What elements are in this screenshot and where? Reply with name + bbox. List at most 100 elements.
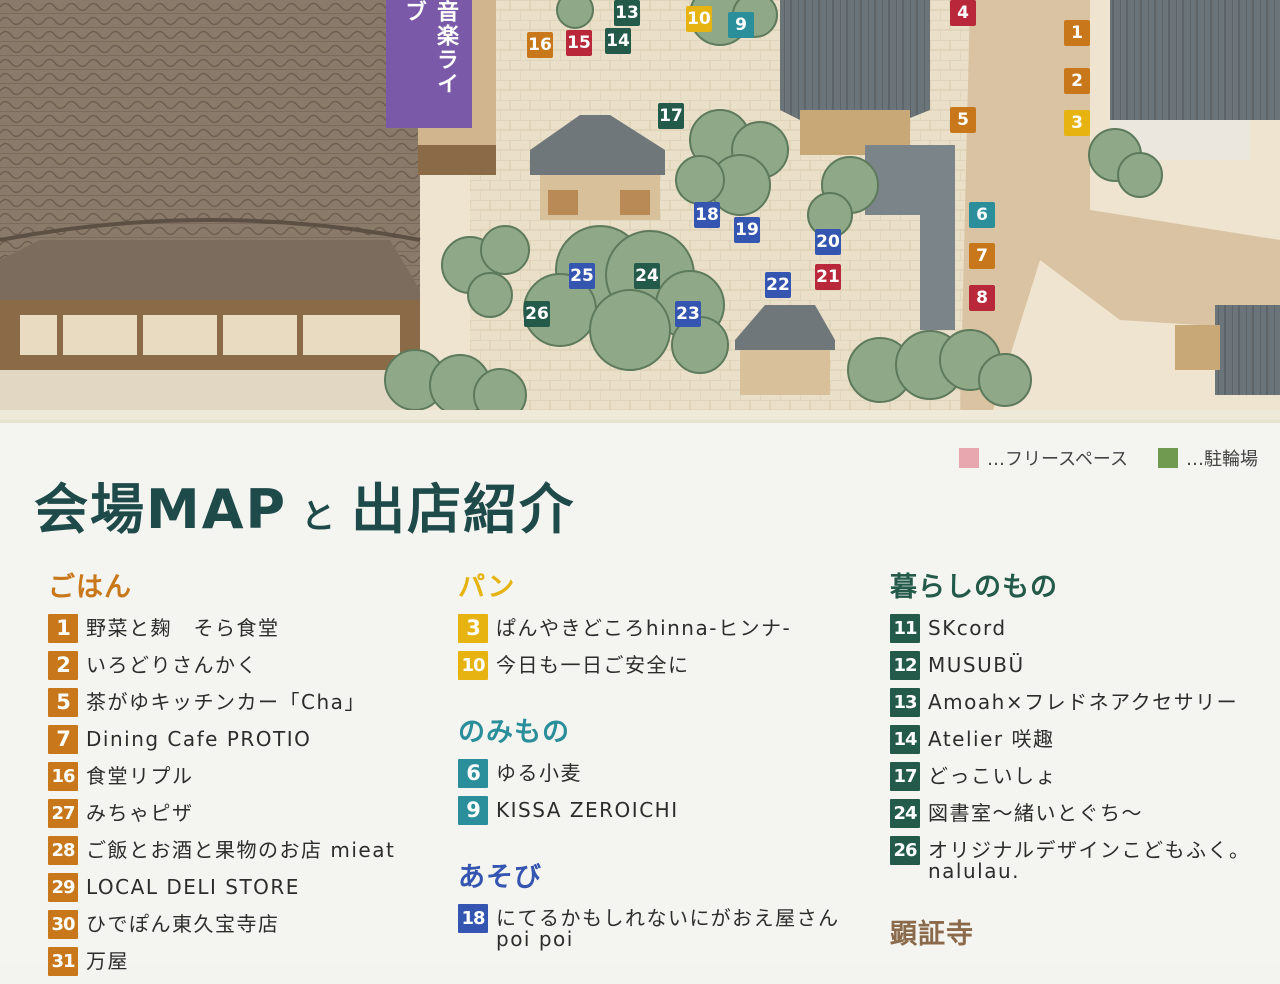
map-marker-24[interactable]: 24: [634, 263, 660, 289]
column-gohan: ごはん 1 野菜と麹 そら食堂 2 いろどりさんかく 5 茶がゆキッチンカー「Cha」…: [48, 565, 438, 984]
shop-item[interactable]: 24 図書室〜緒いとぐち〜: [890, 799, 1270, 828]
shop-item[interactable]: 11 SKcord: [890, 614, 1270, 643]
map-marker-8[interactable]: 8: [969, 285, 995, 311]
shop-item[interactable]: 16 食堂リプル: [48, 762, 438, 791]
column-pan-nomimono-asobi: パン 3 ぱんやきどころhinna-ヒンナ- 10 今日も一日ご安全に のみもの 6…: [458, 565, 868, 958]
map-marker-4[interactable]: 4: [950, 0, 976, 26]
shop-item[interactable]: 14 Atelier 咲趣: [890, 725, 1270, 754]
shop-item[interactable]: 29 LOCAL DELI STORE: [48, 873, 438, 902]
shop-number-badge: 6: [458, 759, 488, 788]
shop-number-badge: 24: [890, 799, 920, 828]
map-marker-21[interactable]: 21: [815, 264, 841, 290]
map-marker-9[interactable]: 9: [728, 12, 754, 38]
map-marker-25[interactable]: 25: [569, 263, 595, 289]
shop-number-badge: 1: [48, 614, 78, 643]
shop-name: どっこいしょ: [928, 764, 1057, 788]
shop-number-badge: 2: [48, 651, 78, 680]
shop-name: にてるかもしれないにがおえ屋さん poi poi: [496, 904, 840, 950]
shop-name: いろどりさんかく: [86, 653, 258, 677]
map-marker-22[interactable]: 22: [765, 272, 791, 298]
map-marker-2[interactable]: 2: [1064, 68, 1090, 94]
shop-item[interactable]: 10 今日も一日ご安全に: [458, 651, 868, 680]
category-heading-gohan: ごはん: [48, 572, 132, 603]
shop-item[interactable]: 30 ひでぽん東久宝寺店: [48, 910, 438, 939]
title-connector: と: [301, 497, 338, 537]
shop-name-line2: poi poi: [496, 927, 574, 951]
title-sub: 出店紹介: [351, 478, 576, 541]
legend-bicycle-parking: …駐輪場: [1186, 449, 1258, 470]
shop-name: MUSUBÜ: [928, 653, 1025, 677]
shop-name: ひでぽん東久宝寺店: [86, 912, 280, 936]
map-marker-6[interactable]: 6: [969, 202, 995, 228]
shop-item[interactable]: 13 Amoah×フレドネアクセサリー: [890, 688, 1270, 717]
shop-number-badge: 17: [890, 762, 920, 791]
shop-name: SKcord: [928, 616, 1007, 640]
shop-number-badge: 13: [890, 688, 920, 717]
map-marker-26[interactable]: 26: [524, 301, 550, 327]
page-title: 会場MAP と出店紹介: [34, 465, 575, 544]
map-marker-3[interactable]: 3: [1064, 110, 1090, 136]
map-marker-16[interactable]: 16: [527, 32, 553, 58]
map-marker-17[interactable]: 17: [658, 103, 684, 129]
shop-directory: …フリースペース …駐輪場 会場MAP と出店紹介 ごはん 1 野菜と麹 そら食堂 …: [0, 420, 1280, 976]
shop-number-badge: 7: [48, 725, 78, 754]
shop-item[interactable]: 5 茶がゆキッチンカー「Cha」: [48, 688, 438, 717]
category-heading-nomimono: のみもの: [458, 717, 570, 748]
map-marker-20[interactable]: 20: [815, 229, 841, 255]
shop-item[interactable]: 17 どっこいしょ: [890, 762, 1270, 791]
shop-number-badge: 14: [890, 725, 920, 754]
map-marker-13[interactable]: 13: [614, 0, 640, 26]
shop-name: Amoah×フレドネアクセサリー: [928, 690, 1239, 714]
shop-name: 今日も一日ご安全に: [496, 653, 690, 677]
shop-name: Dining Cafe PROTIO: [86, 727, 312, 751]
map-marker-15[interactable]: 15: [566, 30, 592, 56]
shop-name-line2: nalulau.: [928, 859, 1021, 883]
shop-item[interactable]: 28 ご飯とお酒と果物のお店 mieat: [48, 836, 438, 865]
shop-name: みちゃピザ: [86, 801, 194, 825]
map-marker-18[interactable]: 18: [694, 202, 720, 228]
map-illustration: [0, 0, 1280, 420]
shop-item[interactable]: 31 万屋: [48, 947, 438, 976]
shop-number-badge: 5: [48, 688, 78, 717]
shop-item[interactable]: 1 野菜と麹 そら食堂: [48, 614, 438, 643]
shop-item[interactable]: 7 Dining Cafe PROTIO: [48, 725, 438, 754]
shop-number-badge: 26: [890, 836, 920, 865]
venue-map[interactable]: 音楽ライブ 13 10 9 4 16 15 14 1 2 17 5 3 18 1…: [0, 0, 1280, 420]
legend-free-space: …フリースペース: [987, 449, 1128, 470]
shop-item[interactable]: 26 オリジナルデザインこどもふく。 nalulau.: [890, 836, 1270, 882]
map-marker-14[interactable]: 14: [605, 28, 631, 54]
category-heading-kurashi: 暮らしのもの: [890, 572, 1058, 603]
shop-number-badge: 12: [890, 651, 920, 680]
shop-item[interactable]: 12 MUSUBÜ: [890, 651, 1270, 680]
shop-name: KISSA ZEROICHI: [496, 798, 679, 822]
shop-item[interactable]: 27 みちゃピザ: [48, 799, 438, 828]
shop-number-badge: 27: [48, 799, 78, 828]
shop-number-badge: 29: [48, 873, 78, 902]
music-live-banner: 音楽ライブ: [386, 0, 472, 128]
title-main: 会場MAP: [34, 478, 288, 541]
map-marker-23[interactable]: 23: [675, 301, 701, 327]
map-marker-7[interactable]: 7: [969, 243, 995, 269]
map-marker-10[interactable]: 10: [686, 6, 712, 32]
map-marker-5[interactable]: 5: [950, 107, 976, 133]
shop-number-badge: 16: [48, 762, 78, 791]
shop-number-badge: 30: [48, 910, 78, 939]
shop-name: 野菜と麹 そら食堂: [86, 616, 280, 640]
shop-name: ゆる小麦: [496, 761, 582, 785]
category-heading-kenshoji: 顕証寺: [890, 919, 974, 950]
shop-number-badge: 11: [890, 614, 920, 643]
shop-name: ぱんやきどころhinna-ヒンナ-: [496, 616, 792, 640]
map-legend: …フリースペース …駐輪場: [959, 445, 1258, 471]
shop-item[interactable]: 6 ゆる小麦: [458, 759, 868, 788]
shop-item[interactable]: 18 にてるかもしれないにがおえ屋さん poi poi: [458, 904, 868, 950]
map-marker-1[interactable]: 1: [1064, 20, 1090, 46]
shop-name: ご飯とお酒と果物のお店 mieat: [86, 838, 396, 862]
column-kurashi: 暮らしのもの 11 SKcord 12 MUSUBÜ 13 Amoah×フレドネアクセ…: [890, 565, 1270, 961]
bicycle-parking-swatch: [1158, 448, 1178, 468]
shop-item[interactable]: 9 KISSA ZEROICHI: [458, 796, 868, 825]
shop-number-badge: 3: [458, 614, 488, 643]
category-heading-asobi: あそび: [458, 862, 542, 893]
shop-item[interactable]: 2 いろどりさんかく: [48, 651, 438, 680]
map-marker-19[interactable]: 19: [734, 217, 760, 243]
shop-item[interactable]: 3 ぱんやきどころhinna-ヒンナ-: [458, 614, 868, 643]
